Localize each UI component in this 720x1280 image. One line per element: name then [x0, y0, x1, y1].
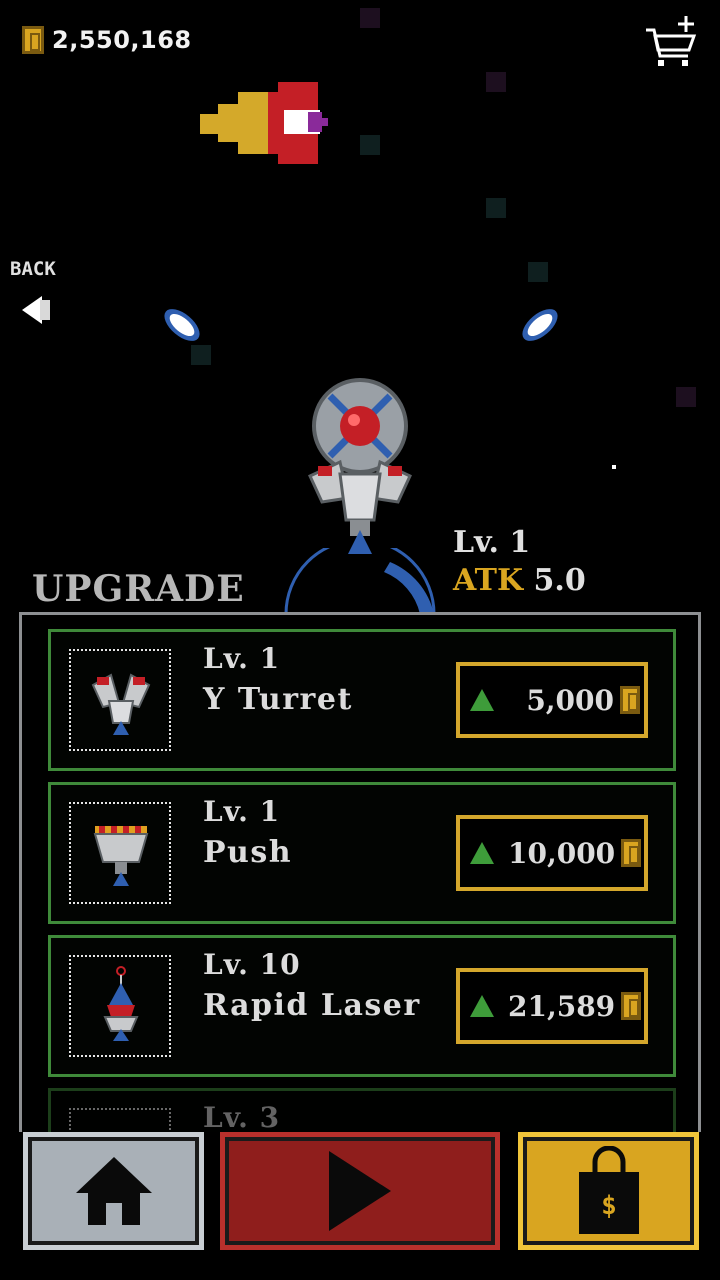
ship-level: Lv. 1	[453, 525, 531, 560]
buy-button[interactable]: 21,589	[456, 968, 648, 1044]
svg-text:$: $	[601, 1191, 617, 1221]
ship-atk: ATK 5.0	[453, 562, 586, 600]
star	[528, 262, 548, 282]
star	[486, 72, 506, 92]
coin-icon	[620, 686, 640, 714]
cart-icon	[646, 16, 697, 66]
coin-amount: 2,550,168	[52, 26, 192, 54]
atk-value: 5.0	[533, 563, 586, 598]
shop-button[interactable]: $	[518, 1132, 699, 1250]
star	[191, 345, 211, 365]
cart-button[interactable]	[644, 16, 700, 72]
star	[676, 387, 696, 407]
rapid-laser-icon	[69, 955, 171, 1057]
upgrade-card-push: Lv. 1 Push 10,000	[48, 782, 676, 924]
item-name: Push	[203, 835, 293, 870]
upgrade-title: UPGRADE	[32, 568, 245, 610]
item-price: 5,000	[526, 683, 614, 717]
item-level: Lv. 1	[203, 642, 281, 675]
enemy-ship-sprite	[200, 82, 328, 164]
item-level: Lv. 3	[203, 1101, 281, 1132]
coin-icon	[621, 839, 642, 867]
home-button[interactable]	[23, 1132, 204, 1250]
item-price: 10,000	[508, 836, 616, 870]
shopping-bag-icon: $	[578, 1146, 639, 1234]
atk-label: ATK	[453, 563, 524, 598]
star	[612, 465, 616, 469]
back-button[interactable]: BACK	[10, 258, 80, 330]
back-arrow-icon	[22, 296, 50, 324]
item-name: Rapid Laser	[203, 988, 421, 1023]
bullet-sprite	[522, 309, 558, 341]
upgrade-card-partial: Lv. 3	[48, 1088, 676, 1132]
item-level: Lv. 10	[203, 948, 301, 981]
planet-sprite	[284, 548, 436, 614]
item-price: 21,589	[508, 989, 616, 1023]
bullet-sprite	[164, 309, 200, 341]
player-ship-sprite	[308, 378, 412, 554]
coin-icon	[621, 992, 642, 1020]
item-level: Lv. 1	[203, 795, 281, 828]
back-label: BACK	[10, 258, 56, 280]
upgrade-panel[interactable]: Lv. 1 Y Turret 5,000 Lv. 1 Push 10,000 L…	[19, 612, 701, 1132]
item-name: Y Turret	[203, 682, 353, 717]
upgrade-card-rapid-laser: Lv. 10 Rapid Laser 21,589	[48, 935, 676, 1077]
push-turret-icon	[69, 802, 171, 904]
play-icon	[329, 1151, 391, 1231]
play-button[interactable]	[220, 1132, 500, 1250]
upgrade-arrow-icon	[470, 689, 494, 711]
buy-button[interactable]: 10,000	[456, 815, 648, 891]
star	[360, 8, 380, 28]
star	[360, 135, 380, 155]
buy-button[interactable]: 5,000	[456, 662, 648, 738]
upgrade-card-y-turret: Lv. 1 Y Turret 5,000	[48, 629, 676, 771]
upgrade-arrow-icon	[470, 995, 494, 1017]
home-icon	[75, 1157, 152, 1225]
upgrade-icon-frame	[69, 1108, 171, 1132]
ship-stats: Lv. 1 ATK 5.0	[453, 524, 586, 600]
coin-counter: 2,550,168	[22, 26, 192, 54]
coin-icon	[22, 26, 44, 54]
y-turret-icon	[69, 649, 171, 751]
upgrade-arrow-icon	[470, 842, 494, 864]
star	[486, 198, 506, 218]
